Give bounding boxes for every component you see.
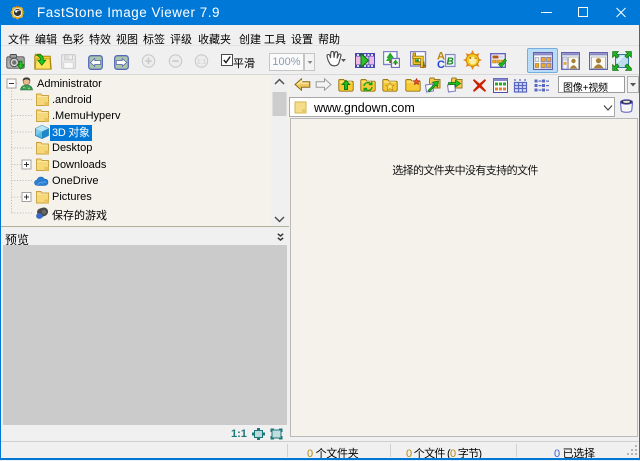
svg-text:C: C	[437, 59, 445, 69]
svg-text:1:1: 1:1	[197, 59, 206, 66]
svg-text:B: B	[447, 57, 454, 68]
